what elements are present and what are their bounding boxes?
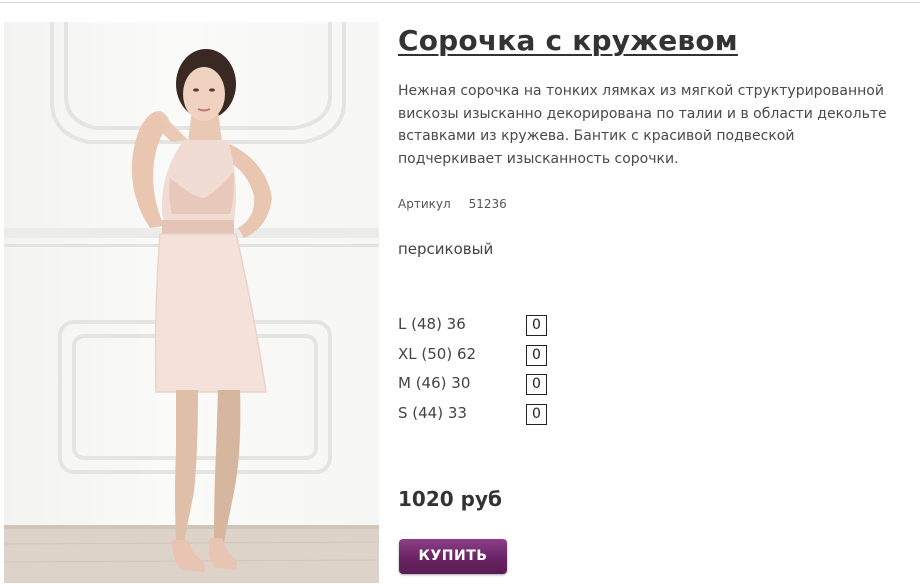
quantity-input[interactable]: 0: [526, 344, 547, 366]
size-label: L (48) 36: [398, 315, 466, 333]
quantity-input[interactable]: 0: [526, 374, 547, 396]
size-list: L (48) 36 0 XL (50) 62 0 M (46) 30 0 S (…: [398, 313, 598, 431]
size-label: XL (50) 62: [398, 344, 477, 363]
product-price: 1020 руб: [398, 487, 502, 511]
sku-label: Артикул: [398, 197, 451, 211]
size-row-l: L (48) 36 0: [398, 313, 598, 343]
size-row-xl: XL (50) 62 0: [398, 343, 598, 373]
buy-button[interactable]: КУПИТЬ: [399, 539, 507, 574]
sku-line: Артикул 51236: [398, 197, 507, 211]
size-row-m: M (46) 30 0: [398, 372, 598, 402]
product-photo: [4, 22, 379, 583]
product-color: персиковый: [398, 240, 494, 258]
size-label: S (44) 33: [398, 403, 467, 422]
size-row-s: S (44) 33 0: [398, 402, 598, 432]
sku-value: 51236: [468, 197, 507, 211]
quantity-input[interactable]: 0: [526, 315, 547, 336]
product-title: Сорочка с кружевом: [398, 24, 738, 57]
quantity-input[interactable]: 0: [526, 403, 547, 425]
product-description: Нежная сорочка на тонких лямках из мягко…: [398, 83, 887, 168]
size-label: M (46) 30: [398, 374, 471, 393]
top-divider: [0, 2, 920, 3]
